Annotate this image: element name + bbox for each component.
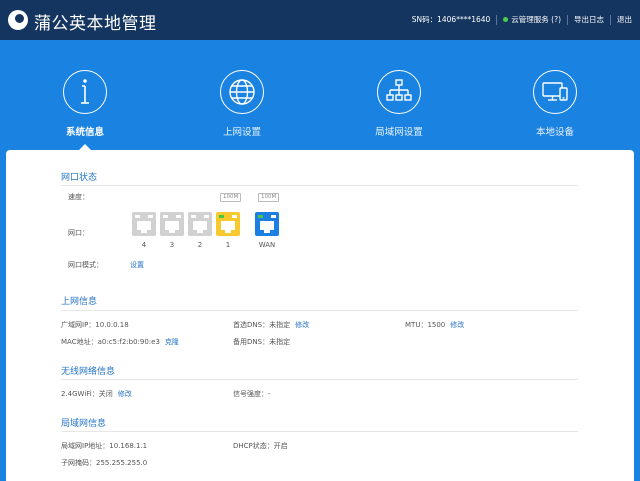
subnet-mask: 子网掩码：255.255.255.0: [61, 459, 148, 467]
logo-icon: [8, 10, 28, 30]
primary-dns: 首选DNS：未指定 修改: [233, 320, 309, 330]
port-2-icon: [188, 212, 212, 236]
port-number: 2: [197, 241, 203, 249]
divider: [61, 310, 578, 311]
section-title-internet: 上网信息: [61, 297, 98, 307]
edit-mtu-link[interactable]: 修改: [450, 321, 464, 329]
port-label: 网口：: [68, 229, 89, 237]
divider: [567, 14, 568, 25]
speed-label: 速度：: [68, 193, 89, 201]
divider: [610, 14, 611, 25]
lan-ip: 局域网IP地址：10.168.1.1: [61, 442, 148, 450]
lan-speed-badge: 100M: [220, 193, 242, 202]
port-4-icon: [132, 212, 156, 236]
port-number: 1: [225, 241, 231, 249]
port-number: 4: [141, 241, 147, 249]
port-number: 3: [169, 241, 175, 249]
status-dot-icon: [503, 17, 509, 22]
port-1-icon: [216, 212, 240, 236]
clone-mac-link[interactable]: 克隆: [165, 338, 179, 346]
wifi-status: 2.4GWiFi：关闭 修改: [61, 389, 132, 399]
cloud-service-link[interactable]: 云管理服务 (?): [511, 14, 561, 25]
divider: [61, 185, 578, 186]
top-bar: 蒲公英本地管理 SN码：1406****1640 云管理服务 (?) 导出日志 …: [0, 0, 640, 40]
mtu-value: MTU：1500: [405, 321, 446, 329]
port-mode-label: 网口模式：: [68, 261, 103, 269]
port-number: WAN: [258, 241, 276, 249]
devices-icon: [533, 70, 577, 114]
nav-lan-settings[interactable]: 局域网设置: [339, 70, 459, 138]
edit-dns-link[interactable]: 修改: [295, 321, 309, 329]
port-mode-settings-link[interactable]: 设置: [130, 260, 144, 270]
serial-number: SN码：1406****1640: [411, 15, 491, 24]
nav-internet-settings[interactable]: 上网设置: [182, 70, 302, 138]
wifi-status-value: 2.4GWiFi：关闭: [61, 390, 113, 398]
info-icon: [63, 70, 107, 114]
logout-link[interactable]: 退出: [617, 14, 632, 25]
primary-dns-value: 首选DNS：未指定: [233, 321, 291, 329]
nav-system-info[interactable]: 系统信息: [25, 70, 145, 138]
signal-strength: 信号强度：-: [233, 390, 271, 398]
network-icon: [377, 70, 421, 114]
nav-label: 上网设置: [222, 127, 261, 138]
content-panel: 网口状态 速度： 100M 100M 网口： 4 3 2 1 WAN 网口模式：…: [6, 150, 634, 481]
divider: [61, 431, 578, 432]
mac-address: MAC地址：a0:c5:f2:b0:90:e3 克隆: [61, 337, 179, 347]
divider: [61, 379, 578, 380]
nav-local-devices[interactable]: 本地设备: [495, 70, 615, 138]
edit-wifi-link[interactable]: 修改: [118, 390, 132, 398]
mac-address-value: MAC地址：a0:c5:f2:b0:90:e3: [61, 338, 160, 346]
nav-label: 局域网设置: [375, 127, 423, 138]
section-title-port-status: 网口状态: [61, 173, 98, 183]
main-nav: 系统信息 上网设置 局域网设置 本地设备: [0, 40, 640, 151]
section-title-lan: 局域网信息: [61, 419, 107, 429]
header-actions: SN码：1406****1640 云管理服务 (?) 导出日志 退出: [412, 14, 632, 25]
nav-label: 系统信息: [65, 127, 104, 138]
port-wan-icon: [255, 212, 279, 236]
wan-speed-badge: 100M: [258, 193, 280, 202]
export-log-link[interactable]: 导出日志: [574, 14, 604, 25]
divider: [496, 14, 498, 25]
secondary-dns: 备用DNS：未指定: [233, 338, 291, 346]
nav-label: 本地设备: [535, 127, 574, 138]
mtu: MTU：1500 修改: [405, 320, 464, 330]
wan-ip: 广域网IP：10.0.0.18: [61, 321, 129, 329]
port-3-icon: [160, 212, 184, 236]
dhcp-status: DHCP状态：开启: [233, 442, 288, 450]
section-title-wireless: 无线网络信息: [61, 367, 116, 377]
globe-icon: [220, 70, 264, 114]
app-title: 蒲公英本地管理: [34, 14, 157, 34]
